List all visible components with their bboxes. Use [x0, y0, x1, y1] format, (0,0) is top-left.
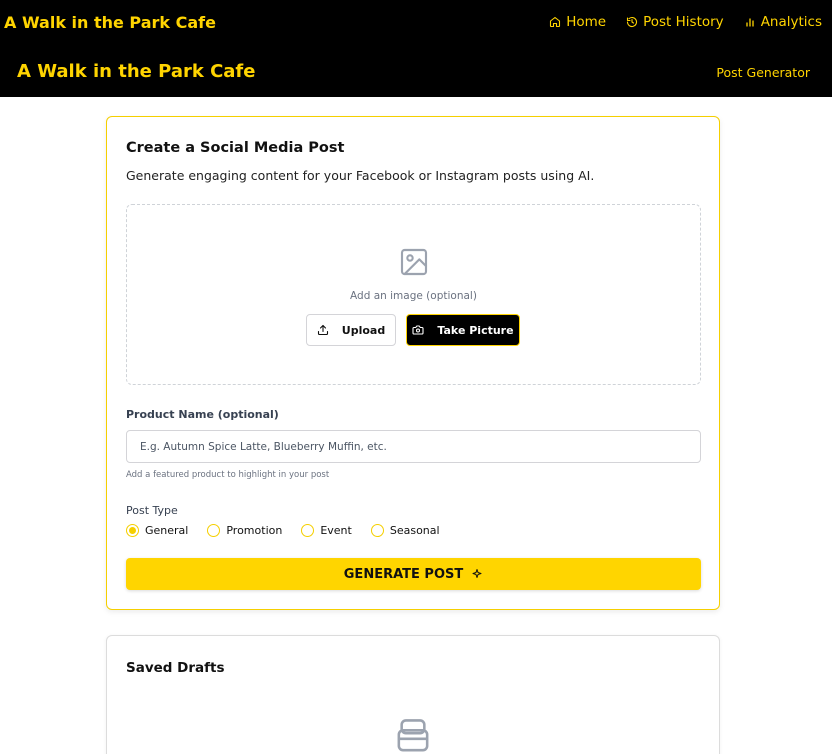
upload-label: Upload [341, 323, 386, 337]
post-generator-link[interactable]: Post Generator [716, 65, 810, 80]
image-placeholder-icon [400, 248, 428, 276]
sparkle-icon [472, 569, 482, 578]
post-type-event-radio[interactable]: Event [301, 524, 352, 537]
take-picture-label: Take Picture [437, 323, 514, 337]
post-type-promotion-radio[interactable]: Promotion [207, 524, 282, 537]
bar-chart-icon [746, 18, 754, 27]
upload-button[interactable]: Upload [306, 314, 396, 346]
create-post-subtitle: Generate engaging content for your Faceb… [126, 168, 595, 183]
post-type-seasonal-radio[interactable]: Seasonal [370, 524, 440, 537]
upload-icon [317, 324, 328, 336]
take-picture-button[interactable]: Take Picture [406, 314, 520, 346]
create-post-title: Create a Social Media Post [126, 140, 345, 156]
history-icon [627, 16, 638, 28]
post-type-general-label: General [145, 524, 189, 537]
image-dropzone[interactable]: Add an image (optional) Upload Take Pict… [126, 204, 701, 385]
image-prompt-label: Add an image (optional) [350, 290, 477, 302]
post-type-general-radio[interactable]: General [126, 524, 188, 537]
nav-home-link[interactable]: Home [549, 14, 606, 30]
nav-home-label: Home [566, 14, 607, 30]
post-type-event-label: Event [320, 524, 352, 537]
create-post-card: Create a Social Media Post Generate enga… [106, 116, 720, 610]
post-type-label: Post Type [126, 504, 178, 517]
nav-post-history-label: Post History [643, 14, 724, 30]
camera-icon [412, 325, 424, 335]
nav-analytics-label: Analytics [760, 14, 822, 30]
nav-analytics-link[interactable]: Analytics [744, 14, 822, 30]
post-type-radio-group: General Promotion Event Seasonal [126, 524, 459, 537]
product-name-help: Add a featured product to highlight in y… [126, 470, 330, 480]
post-type-promotion-label: Promotion [226, 524, 283, 537]
top-bar: A Walk in the Park Cafe Home Post Histor… [0, 0, 832, 97]
top-nav: Home Post History Analytics [549, 14, 822, 30]
product-name-label: Product Name (optional) [126, 408, 279, 421]
radio-indicator [301, 524, 315, 537]
radio-indicator-selected [126, 524, 139, 537]
home-icon [550, 16, 561, 28]
radio-indicator [207, 524, 221, 537]
saved-drafts-card: Saved Drafts [106, 635, 720, 754]
saved-drafts-title: Saved Drafts [126, 660, 225, 676]
post-type-seasonal-label: Seasonal [389, 524, 440, 537]
radio-indicator [370, 524, 384, 537]
page-brand-title: A Walk in the Park Cafe [17, 61, 256, 82]
generate-post-button[interactable]: GENERATE POST [126, 558, 701, 590]
product-name-input[interactable] [126, 430, 701, 463]
archive-icon [397, 719, 429, 752]
nav-post-history-link[interactable]: Post History [626, 14, 724, 30]
brand-logo-text[interactable]: A Walk in the Park Cafe [4, 13, 216, 32]
generate-post-label: GENERATE POST [343, 566, 464, 582]
